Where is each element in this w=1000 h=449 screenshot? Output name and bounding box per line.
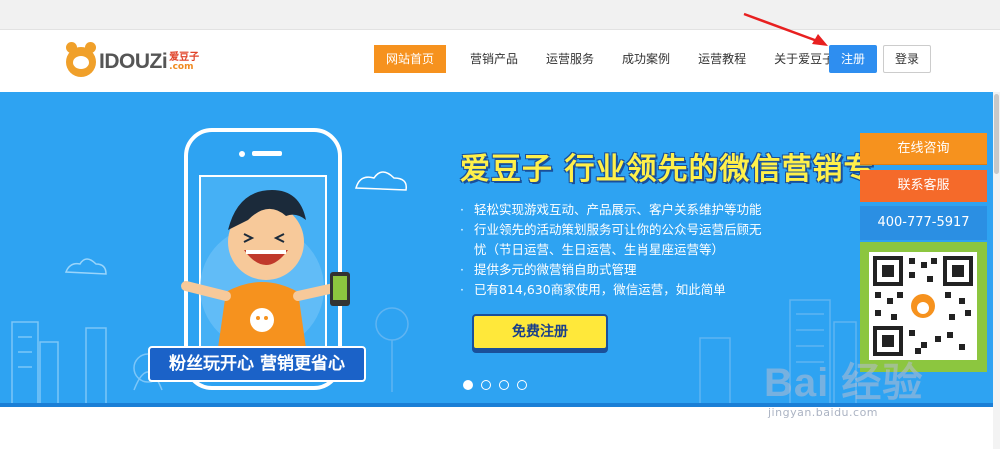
nav-item-home[interactable]: 网站首页 bbox=[374, 45, 447, 73]
online-consult-button[interactable]: 在线咨询 bbox=[860, 133, 987, 165]
banner-headline: 爱豆子 行业领先的微信营销专 bbox=[460, 152, 875, 187]
qr-code-icon bbox=[869, 252, 977, 360]
logo-wordmark: IDOUZi bbox=[99, 50, 168, 73]
phone-number: 400-777-5917 bbox=[860, 206, 987, 240]
contact-service-button[interactable]: 联系客服 bbox=[860, 170, 987, 202]
carousel-dot[interactable] bbox=[499, 380, 509, 390]
feature-list: · 轻松实现游戏互动、产品展示、客户关系维护等功能 · 行业领先的活动策划服务可让你… bbox=[460, 200, 762, 300]
baidu-watermark: Bai 经验 jingyan.baidu.com bbox=[764, 350, 923, 419]
carousel-dot[interactable] bbox=[517, 380, 527, 390]
feature-item: · 行业领先的活动策划服务可让你的公众号运营后顾无 bbox=[460, 222, 762, 237]
nav-item-services[interactable]: 运营服务 bbox=[536, 45, 604, 73]
page-scrollbar[interactable] bbox=[993, 92, 1000, 449]
watermark-brand: Bai 经验 bbox=[764, 361, 924, 405]
carousel-dot[interactable] bbox=[481, 380, 491, 390]
nav-item-cases[interactable]: 成功案例 bbox=[612, 45, 680, 73]
logo-mascot-icon bbox=[66, 42, 96, 77]
feature-item: 忧（节日运营、生日运营、生肖星座运营等） bbox=[474, 242, 725, 257]
banner-slogan: 粉丝玩开心 营销更省心 bbox=[148, 346, 366, 382]
browser-top-strip bbox=[0, 0, 1000, 30]
free-register-button[interactable]: 免费注册 bbox=[472, 314, 608, 350]
feature-item: · 已有814,630商家使用，微信运营，如此简单 bbox=[460, 282, 726, 297]
site-header: IDOUZi 爱豆子 .com 网站首页 营销产品 运营服务 成功案例 运营教程… bbox=[0, 30, 1000, 92]
carousel-dot[interactable] bbox=[463, 380, 473, 390]
feature-item: · 轻松实现游戏互动、产品展示、客户关系维护等功能 bbox=[460, 202, 762, 217]
logo-cn: 爱豆子 bbox=[169, 51, 200, 63]
logo-domain: .com bbox=[169, 61, 194, 72]
carousel-dots bbox=[463, 380, 535, 390]
feature-item: · 提供多元的微营销自助式管理 bbox=[460, 262, 637, 277]
site-logo[interactable]: IDOUZi 爱豆子 .com bbox=[66, 42, 200, 78]
nav-item-products[interactable]: 营销产品 bbox=[460, 45, 528, 73]
annotation-arrow-icon bbox=[743, 12, 828, 46]
login-button[interactable]: 登录 bbox=[883, 45, 931, 73]
floating-sidebar: 在线咨询 联系客服 400-777-5917 bbox=[860, 133, 987, 372]
